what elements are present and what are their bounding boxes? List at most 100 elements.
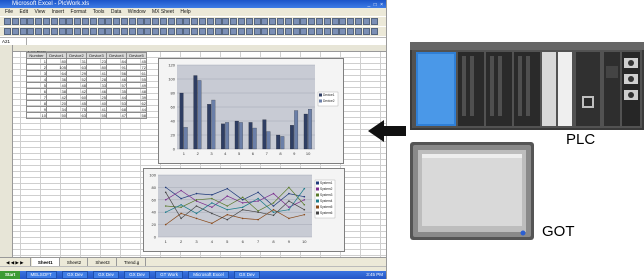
- toolbar-button-icon[interactable]: [292, 18, 300, 25]
- toolbar-button-icon[interactable]: [11, 18, 19, 25]
- toolbar-button-icon[interactable]: [199, 28, 206, 35]
- toolbar-button-icon[interactable]: [284, 18, 292, 25]
- toolbar-button-icon[interactable]: [167, 28, 175, 35]
- toolbar-button-icon[interactable]: [89, 18, 97, 25]
- task-button[interactable]: GX Dev: [62, 271, 88, 279]
- toolbar-button-icon[interactable]: [183, 28, 191, 35]
- toolbar-button-icon[interactable]: [214, 28, 222, 35]
- toolbar-button-icon[interactable]: [308, 28, 316, 35]
- toolbar-button-icon[interactable]: [105, 18, 113, 25]
- toolbar-button-icon[interactable]: [206, 18, 214, 25]
- toolbar-button-icon[interactable]: [121, 18, 128, 25]
- table-cell[interactable]: 50: [46, 112, 67, 119]
- toolbar-button-icon[interactable]: [206, 28, 214, 35]
- task-button[interactable]: GT Work: [155, 271, 183, 279]
- table-cell[interactable]: 58: [126, 112, 147, 119]
- toolbar-button-icon[interactable]: [245, 28, 253, 35]
- toolbar-button-icon[interactable]: [43, 28, 50, 35]
- toolbar-button-icon[interactable]: [4, 18, 11, 25]
- toolbar-button-icon[interactable]: [238, 18, 245, 25]
- toolbar-button-icon[interactable]: [183, 18, 191, 25]
- toolbar-button-icon[interactable]: [339, 18, 347, 25]
- menu-edit[interactable]: Edit: [19, 9, 28, 15]
- toolbar-button-icon[interactable]: [74, 18, 82, 25]
- toolbar-button-icon[interactable]: [222, 18, 230, 25]
- toolbar-button-icon[interactable]: [144, 28, 152, 35]
- menu-insert[interactable]: Insert: [52, 9, 65, 15]
- toolbar-button-icon[interactable]: [355, 18, 362, 25]
- toolbar-button-icon[interactable]: [35, 28, 43, 35]
- toolbar-button-icon[interactable]: [175, 28, 183, 35]
- toolbar-button-icon[interactable]: [105, 28, 113, 35]
- toolbar-button-icon[interactable]: [113, 18, 121, 25]
- toolbar-button-icon[interactable]: [19, 28, 27, 35]
- menu-format[interactable]: Format: [71, 9, 87, 15]
- toolbar-button-icon[interactable]: [50, 28, 58, 35]
- toolbar-button-icon[interactable]: [11, 28, 19, 35]
- task-button[interactable]: GX Dev: [124, 271, 150, 279]
- name-box[interactable]: A21: [0, 38, 27, 45]
- toolbar-button-icon[interactable]: [82, 18, 89, 25]
- menu-mx-sheet[interactable]: MX Sheet: [152, 9, 174, 15]
- toolbar-button-icon[interactable]: [238, 28, 245, 35]
- toolbar-button-icon[interactable]: [113, 28, 121, 35]
- toolbar-button-icon[interactable]: [308, 18, 316, 25]
- toolbar-button-icon[interactable]: [152, 28, 160, 35]
- toolbar-button-icon[interactable]: [191, 18, 199, 25]
- toolbar-button-icon[interactable]: [97, 28, 105, 35]
- table-cell[interactable]: 47: [106, 112, 127, 119]
- line-chart[interactable]: 0 20 40 60 80 100 1 2 3 4 5 6 7 8 9 10 System1 System2 Sys…: [143, 168, 345, 252]
- toolbar-button-icon[interactable]: [230, 18, 238, 25]
- toolbar-button-icon[interactable]: [277, 28, 284, 35]
- menu-view[interactable]: View: [34, 9, 45, 15]
- toolbar-button-icon[interactable]: [245, 18, 253, 25]
- toolbar-button-icon[interactable]: [128, 28, 136, 35]
- toolbar-button-icon[interactable]: [58, 28, 66, 35]
- toolbar-button-icon[interactable]: [160, 18, 167, 25]
- toolbar-button-icon[interactable]: [27, 28, 35, 35]
- toolbar-button-icon[interactable]: [355, 28, 362, 35]
- toolbar-button-icon[interactable]: [323, 28, 331, 35]
- toolbar-button-icon[interactable]: [370, 18, 378, 25]
- toolbar-button-icon[interactable]: [167, 18, 175, 25]
- menu-data[interactable]: Data: [111, 9, 122, 15]
- bar-chart[interactable]: 0 20 40 60 80 100 120 1 2 3 4 5 6 7 8 9 10 Device1 Device2: [158, 58, 344, 164]
- toolbar-button-icon[interactable]: [89, 28, 97, 35]
- menu-help[interactable]: Help: [180, 9, 190, 15]
- menu-window[interactable]: Window: [128, 9, 146, 15]
- toolbar-button-icon[interactable]: [292, 28, 300, 35]
- start-button[interactable]: Start: [0, 271, 21, 279]
- toolbar-button-icon[interactable]: [27, 18, 35, 25]
- toolbar-button-icon[interactable]: [66, 28, 74, 35]
- toolbar-button-icon[interactable]: [370, 28, 378, 35]
- row-headers[interactable]: [0, 45, 13, 257]
- table-cell[interactable]: 63: [66, 112, 87, 119]
- column-headers[interactable]: [0, 45, 386, 52]
- toolbar-button-icon[interactable]: [323, 18, 331, 25]
- toolbar-button-icon[interactable]: [269, 28, 277, 35]
- toolbar-button-icon[interactable]: [316, 28, 323, 35]
- toolbar-button-icon[interactable]: [4, 28, 11, 35]
- toolbar-button-icon[interactable]: [82, 28, 89, 35]
- toolbar-button-icon[interactable]: [300, 18, 308, 25]
- task-button[interactable]: MELSOFT: [25, 271, 57, 279]
- toolbar-button-icon[interactable]: [97, 18, 105, 25]
- menu-file[interactable]: File: [5, 9, 13, 15]
- table-cell[interactable]: 10: [26, 112, 47, 119]
- toolbar-button-icon[interactable]: [347, 18, 355, 25]
- toolbar-button-icon[interactable]: [230, 28, 238, 35]
- toolbar-button-icon[interactable]: [121, 28, 128, 35]
- toolbar-button-icon[interactable]: [136, 28, 144, 35]
- toolbar-button-icon[interactable]: [253, 28, 261, 35]
- toolbar-button-icon[interactable]: [277, 18, 284, 25]
- toolbar-button-icon[interactable]: [160, 28, 167, 35]
- toolbar-button-icon[interactable]: [136, 18, 144, 25]
- toolbar-button-icon[interactable]: [214, 18, 222, 25]
- toolbar-button-icon[interactable]: [43, 18, 50, 25]
- toolbar-button-icon[interactable]: [331, 28, 339, 35]
- toolbar-button-icon[interactable]: [284, 28, 292, 35]
- task-button[interactable]: Microsoft Excel: [188, 271, 229, 279]
- toolbar-button-icon[interactable]: [261, 28, 269, 35]
- table-cell[interactable]: 55: [86, 112, 107, 119]
- toolbar-button-icon[interactable]: [19, 18, 27, 25]
